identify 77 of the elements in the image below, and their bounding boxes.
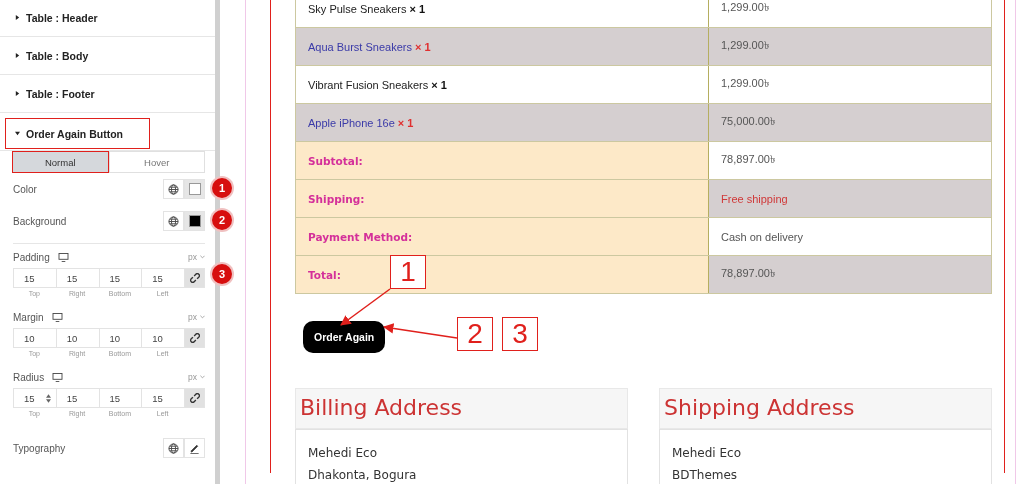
number-field[interactable]: 15	[98, 388, 143, 408]
control-label: Background	[13, 215, 67, 227]
link-button[interactable]	[184, 268, 205, 288]
number-field[interactable]: 15	[55, 268, 100, 288]
state-tab[interactable]: Normal	[12, 151, 109, 173]
step-badge: 1	[212, 178, 232, 198]
control-label: Radius	[13, 371, 45, 383]
order-again-button[interactable]: Order Again	[303, 321, 386, 353]
table-cell: 78,897.00৳	[708, 141, 992, 180]
control-label: Color	[13, 183, 37, 195]
link-icon	[189, 273, 200, 283]
number-field[interactable]: 15	[55, 388, 100, 408]
number-field[interactable]: 15	[98, 268, 143, 288]
table-cell: 1,299.00৳	[708, 65, 992, 104]
callout-number: 1	[390, 255, 426, 289]
section-header[interactable]: Order Again Button	[5, 118, 150, 149]
link-button[interactable]	[184, 388, 205, 408]
table-cell: Vibrant Fusion Sneakers × 1	[295, 65, 709, 104]
table-cell: 1,299.00৳	[708, 0, 992, 28]
step-badge: 3	[212, 264, 232, 284]
caret-icon	[15, 15, 20, 20]
address-line: Dhakonta, Bogura	[308, 467, 418, 484]
control-label: Padding	[13, 251, 50, 263]
callout-number: 3	[502, 317, 538, 351]
address-line: Mehedi Eco	[308, 445, 378, 462]
globe-icon	[168, 442, 179, 454]
section-header[interactable]: Table : Header	[5, 0, 107, 36]
link-button[interactable]	[184, 328, 205, 348]
desktop-icon	[57, 252, 69, 262]
chevron-icon	[200, 255, 205, 259]
table-cell: 75,000.00৳	[708, 103, 992, 142]
table-cell: Free shipping	[708, 179, 992, 218]
address-title: Shipping Address	[659, 388, 992, 429]
chevron-icon	[200, 375, 205, 379]
number-field[interactable]: 10	[141, 328, 185, 348]
global-button[interactable]	[163, 438, 184, 458]
address-title: Billing Address	[295, 388, 628, 429]
edit-button[interactable]	[184, 438, 205, 458]
link-icon	[189, 333, 200, 343]
spinner-icon	[45, 394, 51, 403]
table-cell: Apple iPhone 16e × 1	[295, 103, 709, 142]
section-header[interactable]: Table : Footer	[5, 75, 104, 112]
caret-icon	[15, 53, 20, 58]
callout-number: 2	[457, 317, 493, 351]
link-icon	[189, 393, 200, 403]
globe-icon	[168, 183, 179, 195]
table-cell: Aqua Burst Sneakers × 1	[295, 27, 709, 66]
global-button[interactable]	[163, 179, 184, 199]
chevron-icon	[200, 315, 205, 319]
state-tab[interactable]: Hover	[108, 151, 205, 173]
table-cell: 78,897.00৳	[708, 255, 992, 294]
number-field[interactable]: 15	[141, 268, 185, 288]
number-field[interactable]: 15	[13, 388, 57, 408]
caret-icon	[15, 131, 20, 136]
control-label: Typography	[13, 442, 66, 454]
section-header[interactable]: Table : Body	[5, 37, 98, 74]
number-field[interactable]: 10	[98, 328, 143, 348]
number-field[interactable]: 10	[55, 328, 100, 348]
pencil-icon	[189, 442, 200, 454]
globe-icon	[168, 215, 179, 227]
caret-icon	[15, 91, 20, 96]
number-field[interactable]: 15	[13, 268, 57, 288]
control-label: Margin	[13, 311, 44, 323]
table-cell: Cash on delivery	[708, 217, 992, 256]
address-line: Mehedi Eco	[672, 445, 742, 462]
table-cell: Payment Method:	[295, 217, 709, 256]
table-cell: Sky Pulse Sneakers × 1	[295, 0, 709, 28]
number-field[interactable]: 15	[141, 388, 185, 408]
step-badge: 2	[212, 210, 232, 230]
table-cell: 1,299.00৳	[708, 27, 992, 66]
table-cell: Shipping:	[295, 179, 709, 218]
number-field[interactable]: 10	[13, 328, 57, 348]
global-button[interactable]	[163, 211, 184, 231]
table-cell: Subtotal:	[295, 141, 709, 180]
desktop-icon	[52, 372, 64, 382]
address-line: BDThemes	[672, 467, 739, 484]
desktop-icon	[51, 312, 63, 322]
